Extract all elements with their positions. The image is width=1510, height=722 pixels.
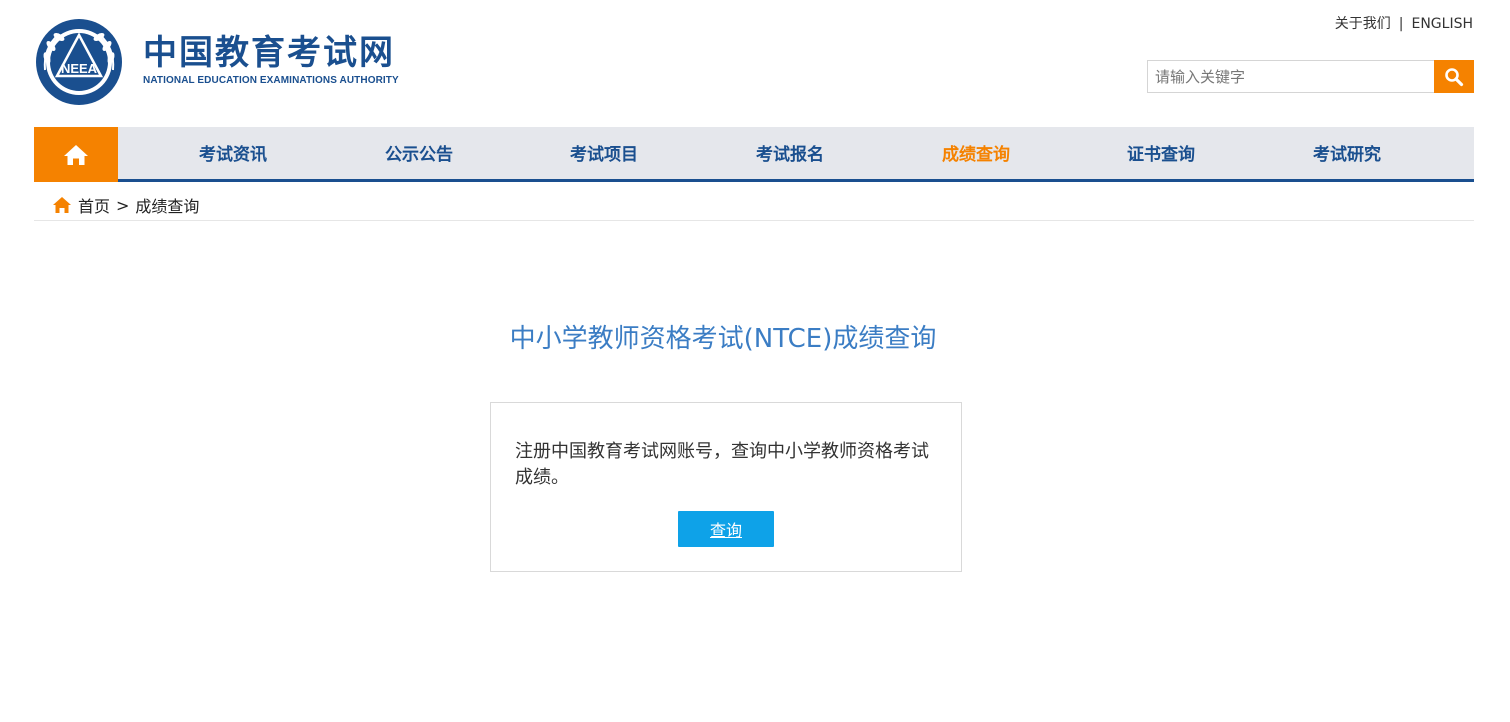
query-button[interactable]: 查询 (678, 511, 774, 547)
nav-item-exam-research[interactable]: 考试研究 (1313, 127, 1381, 182)
top-links-separator: | (1398, 16, 1404, 32)
score-query-card: 注册中国教育考试网账号，查询中小学教师资格考试成绩。 查询 (490, 402, 962, 572)
nav-item-announcements[interactable]: 公示公告 (385, 127, 453, 182)
main-nav: 考试资讯 公示公告 考试项目 考试报名 成绩查询 证书查询 考试研究 (34, 127, 1474, 182)
nav-home-button[interactable] (34, 127, 118, 182)
search-input[interactable] (1147, 60, 1435, 93)
svg-text:NEEA: NEEA (61, 61, 98, 76)
breadcrumb-divider (34, 220, 1474, 221)
search-button[interactable] (1434, 60, 1474, 93)
nav-item-exam-projects[interactable]: 考试项目 (570, 127, 638, 182)
neea-emblem-logo[interactable]: NEEA (35, 18, 123, 106)
search-icon (1445, 67, 1464, 86)
card-description: 注册中国教育考试网账号，查询中小学教师资格考试成绩。 (515, 441, 929, 488)
site-header: NEEA 中国教育考试网 NATIONAL EDUCATION EXAMINAT… (0, 0, 1510, 127)
home-icon (64, 144, 88, 165)
nav-item-exam-registration[interactable]: 考试报名 (756, 127, 824, 182)
nav-item-certificate-query[interactable]: 证书查询 (1127, 127, 1195, 182)
breadcrumb-current: 成绩查询 (135, 197, 200, 216)
breadcrumb-home-link[interactable]: 首页 (78, 193, 110, 217)
english-link[interactable]: ENGLISH (1411, 16, 1473, 32)
nav-item-score-query[interactable]: 成绩查询 (942, 127, 1010, 182)
top-links: 关于我们 | ENGLISH (1335, 13, 1473, 33)
about-us-link[interactable]: 关于我们 (1335, 16, 1391, 32)
breadcrumb-separator: > (116, 195, 130, 215)
site-title[interactable]: 中国教育考试网 (143, 33, 395, 73)
site-subtitle: NATIONAL EDUCATION EXAMINATIONS AUTHORIT… (143, 75, 399, 86)
nav-items: 考试资讯 公示公告 考试项目 考试报名 成绩查询 证书查询 考试研究 (118, 127, 1474, 182)
breadcrumb-home-icon (53, 197, 71, 213)
breadcrumb: 首页 > 成绩查询 (52, 193, 199, 217)
page-title: 中小学教师资格考试(NTCE)成绩查询 (509, 324, 937, 354)
nav-item-exam-news[interactable]: 考试资讯 (199, 127, 267, 182)
